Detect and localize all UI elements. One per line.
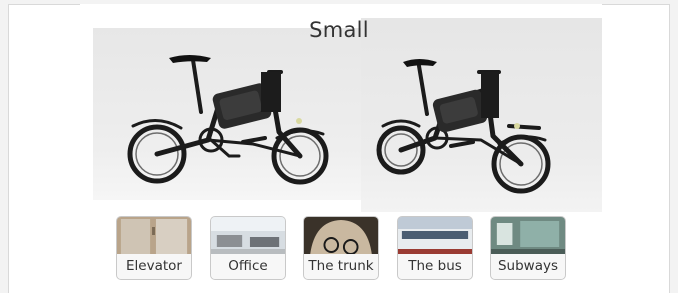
folding-ebike-left-image bbox=[127, 55, 329, 185]
scene-label: Subways bbox=[491, 254, 565, 279]
car-trunk-scene-icon bbox=[304, 217, 378, 257]
scene-label: The bus bbox=[398, 254, 472, 279]
subway-scene-icon bbox=[491, 217, 565, 257]
scene-label: Elevator bbox=[117, 254, 191, 279]
scene-label: Office bbox=[211, 254, 285, 279]
bus-scene-icon bbox=[398, 217, 472, 257]
usage-scenarios: Elevator Office The trunk The bus Subway… bbox=[0, 216, 678, 282]
scene-trunk: The trunk bbox=[303, 216, 379, 280]
scene-bus: The bus bbox=[397, 216, 473, 280]
scene-label: The trunk bbox=[304, 254, 378, 279]
scene-subway: Subways bbox=[490, 216, 566, 280]
folding-ebike-right-image bbox=[376, 59, 551, 194]
office-scene-icon bbox=[211, 217, 285, 257]
elevator-scene-icon bbox=[117, 217, 191, 257]
scene-elevator: Elevator bbox=[116, 216, 192, 280]
scene-office: Office bbox=[210, 216, 286, 280]
